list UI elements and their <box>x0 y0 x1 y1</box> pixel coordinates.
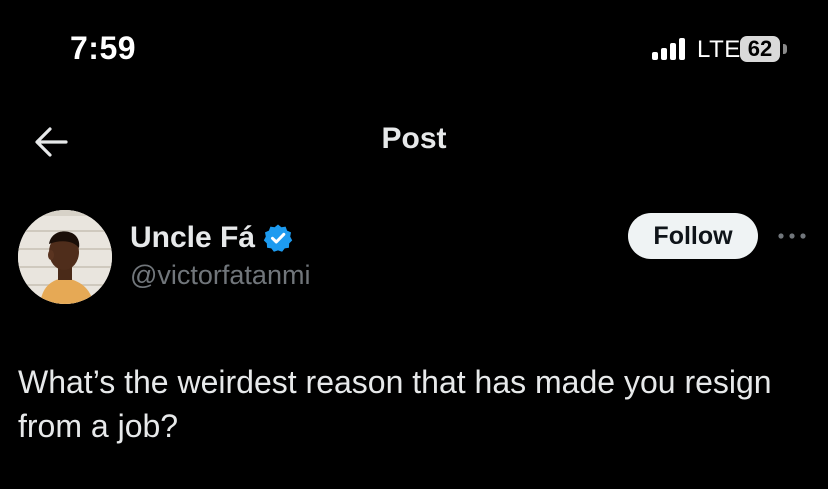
battery-tip <box>783 44 787 54</box>
post-text: What’s the weirdest reason that has made… <box>18 364 772 444</box>
verified-badge-icon <box>263 224 293 252</box>
status-time: 7:59 <box>70 30 137 66</box>
status-bar: 7:59 LTE 62 <box>0 0 828 100</box>
author-row: Uncle Fá <box>130 220 293 256</box>
more-options-button[interactable] <box>774 224 810 248</box>
battery-indicator: 62 <box>740 36 780 62</box>
cellular-signal-icon <box>652 38 685 60</box>
avatar[interactable] <box>18 210 112 304</box>
post: Uncle Fá @victorfatanmi Follow What’s th… <box>0 184 828 489</box>
follow-button[interactable]: Follow <box>628 213 758 259</box>
network-type: LTE <box>697 36 741 63</box>
more-horizontal-icon <box>778 233 806 239</box>
author-handle[interactable]: @victorfatanmi <box>130 260 310 291</box>
profile-photo-image <box>18 210 112 304</box>
nav-bar: Post <box>0 100 828 184</box>
page-title: Post <box>381 122 447 155</box>
author-display-name[interactable]: Uncle Fá <box>130 221 255 255</box>
